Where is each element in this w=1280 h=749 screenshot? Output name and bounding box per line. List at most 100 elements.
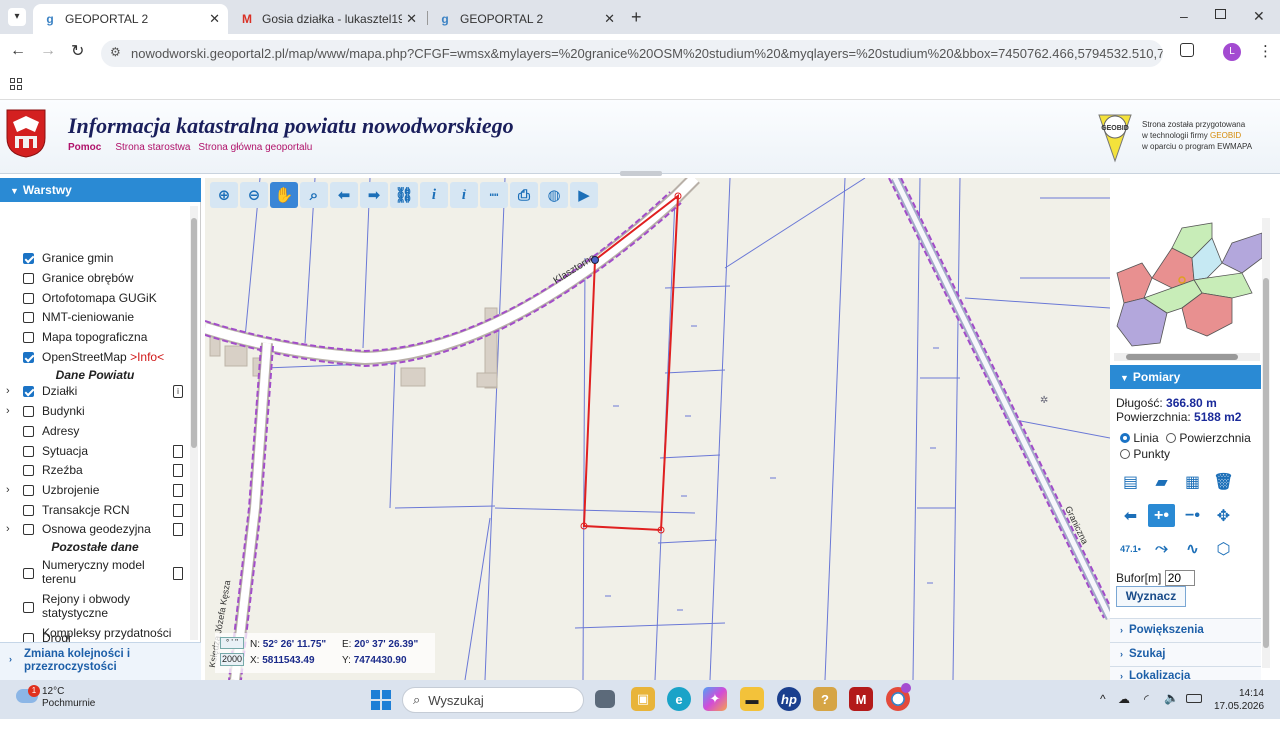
profile-avatar[interactable]: L [1223,43,1241,61]
file-explorer-icon[interactable]: ▬ [740,687,764,711]
layer-row[interactable]: Adresy [0,421,190,441]
expand-caret-icon[interactable]: › [6,523,10,535]
tray-network-icon[interactable]: ☁ [1118,692,1130,706]
reload-icon[interactable]: ↻ [71,41,84,61]
panel-scrollbar[interactable] [1262,218,1270,668]
legend-doc-icon[interactable] [173,463,183,477]
zoom-out-icon[interactable]: ⊖ [240,182,268,208]
print-icon[interactable]: ⎙ [510,182,538,208]
apps-grid-icon[interactable] [10,78,22,90]
layer-row[interactable]: Mapa topograficzna [0,327,190,347]
layer-row[interactable]: Transakcje RCN [0,500,190,520]
layer-row[interactable]: › Działki i [0,381,190,401]
buffer-input[interactable] [1164,570,1195,586]
layer-checkbox[interactable] [23,464,34,476]
site-info-icon[interactable]: ⚙ [110,45,121,59]
expand-caret-icon[interactable]: › [6,385,10,397]
browser-tab-2[interactable]: M Gosia działka - lukasztel1987@ ✕ [230,4,425,34]
link-icon[interactable]: ⛓ [390,182,418,208]
zoom-window-icon[interactable]: ⌕ [300,182,328,208]
pan-hand-icon[interactable]: ✋ [270,182,298,208]
layer-checkbox[interactable] [23,567,34,579]
layer-row[interactable]: NMT-cieniowanie [0,307,190,327]
osm-info-link[interactable]: >Info< [130,350,164,364]
layer-checkbox[interactable] [23,331,34,343]
mcafee-icon[interactable]: M [849,687,873,711]
cube-icon[interactable]: ⬡ [1210,537,1237,560]
geobid-link[interactable]: GEOBID [1210,131,1241,140]
extensions-icon[interactable] [1180,43,1194,57]
accordion-lokalizacja[interactable]: › Lokalizacja [1110,666,1261,680]
scrollbar-thumb[interactable] [1263,278,1269,648]
windows-start-icon[interactable] [371,690,391,710]
layer-checkbox[interactable] [23,292,34,304]
polyline-icon[interactable]: ⤳ [1148,537,1175,560]
layer-checkbox[interactable] [23,504,34,516]
taskbar-search-field[interactable]: ⌕ Wyszukaj [402,687,584,713]
layer-checkbox[interactable] [23,351,34,363]
geoportal-home-link[interactable]: Strona główna geoportalu [198,142,312,153]
video-camera-icon[interactable]: ▶ [570,182,598,208]
layer-row[interactable]: Sytuacja [0,441,190,461]
layer-row[interactable]: OpenStreetMap >Info< [0,347,190,367]
document-icon[interactable]: ▤ [1117,470,1144,493]
scrollbar-thumb[interactable] [191,218,197,448]
edge-browser-icon[interactable]: e [667,687,691,711]
radio-points[interactable] [1120,449,1130,459]
remove-point-icon[interactable]: −• [1179,504,1206,527]
layer-checkbox[interactable] [23,311,34,323]
folder-icon[interactable]: ▰ [1148,470,1175,493]
tab-search-button[interactable]: ▾ [8,8,26,26]
help-link[interactable]: Pomoc [68,142,101,153]
layer-checkbox[interactable] [23,523,34,535]
browser-tab-1[interactable]: g GEOPORTAL 2 ✕ [33,4,228,34]
order-transparency-link[interactable]: › Zmiana kolejności i przezroczystości [0,642,201,680]
window-close-icon[interactable]: ✕ [1253,8,1265,25]
accordion-szukaj[interactable]: › Szukaj [1110,642,1261,666]
task-view-icon[interactable] [595,690,615,708]
layer-checkbox[interactable] [23,385,34,397]
layer-row[interactable]: Numeryczny model terenu [0,558,190,588]
forward-arrow-icon[interactable]: → [40,42,56,60]
legend-doc-icon[interactable] [173,444,183,458]
previous-view-icon[interactable]: ⬅ [330,182,358,208]
zoom-in-icon[interactable]: ⊕ [210,182,238,208]
close-icon[interactable]: ✕ [209,11,220,27]
layer-checkbox[interactable] [23,425,34,437]
layer-checkbox[interactable] [23,252,34,264]
battery-icon[interactable] [1186,694,1202,703]
hp-app-icon[interactable]: hp [777,687,801,711]
legend-doc-icon[interactable] [173,522,183,536]
layer-row[interactable]: › Osnowa geodezyjna [0,519,190,539]
radio-line[interactable] [1120,433,1130,443]
legend-doc-icon[interactable] [173,566,183,580]
browser-menu-icon[interactable]: ⋮ [1258,42,1273,60]
layer-checkbox[interactable] [23,405,34,417]
add-point-icon[interactable]: +• [1148,504,1175,527]
close-icon[interactable]: ✕ [604,11,615,27]
layer-checkbox[interactable] [23,601,34,613]
legend-doc-icon[interactable] [173,503,183,517]
layer-checkbox[interactable] [23,272,34,284]
scrollbar-thumb[interactable] [1126,354,1238,360]
layer-row[interactable]: Rzeźba [0,460,190,480]
help-app-icon[interactable]: ? [813,687,837,711]
pomiary-header[interactable]: ▼ Pomiary [1110,365,1261,389]
coordinate-point-icon[interactable]: 47.1 • [1117,537,1144,560]
undo-arrow-icon[interactable]: ⬅ [1117,504,1144,527]
layer-checkbox[interactable] [23,484,34,496]
layer-row[interactable]: › Budynki [0,401,190,421]
volume-icon[interactable]: 🔈 [1164,691,1179,705]
close-icon[interactable]: ✕ [406,11,417,27]
header-collapse-handle[interactable] [620,171,662,176]
measure-vertex[interactable] [591,256,599,264]
starostwo-link[interactable]: Strona starostwa [115,142,190,153]
accordion-powiekszenia[interactable]: › Powiększenia [1110,618,1261,642]
compute-button[interactable]: Wyznacz [1116,586,1186,607]
layer-row[interactable]: Ortofotomapa GUGiK [0,288,190,308]
weather-widget[interactable]: 12°C Pochmurnie [42,686,95,710]
back-arrow-icon[interactable]: ← [10,42,26,60]
restore-icon[interactable] [1215,9,1226,19]
layers-scrollbar[interactable] [190,206,198,640]
measure-ruler-icon[interactable]: ┉ [480,182,508,208]
